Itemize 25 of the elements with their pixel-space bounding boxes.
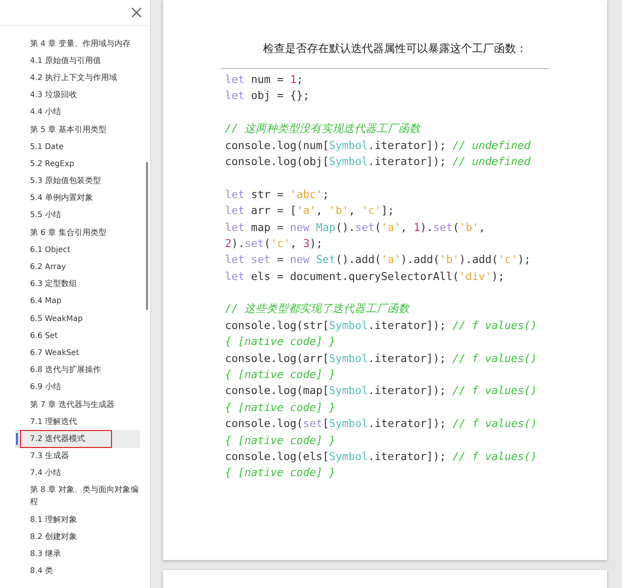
code-line: { [native code] } (225, 367, 337, 384)
code-line: let obj = {}; (225, 88, 311, 104)
code-line: 2).set('c', 3); (225, 236, 324, 252)
code-line: console.log(str[Symbol.iterator]); // f values() (225, 318, 538, 334)
code-line: console.log(map[Symbol.iterator]); // f values() (225, 383, 538, 400)
code-line: let set = new Set().add('a').add('b').add('c'); (225, 252, 532, 268)
code-line: { [native code] } (225, 400, 337, 416)
code-line: { [native code] } (225, 334, 337, 350)
scrollbar[interactable] (146, 162, 148, 310)
code-line: let str = 'abc'; (225, 186, 330, 203)
code-line: let num = 1; (225, 72, 304, 88)
heading: 检查是否存在默认迭代器属性可以暴露这个工厂函数： (262, 41, 527, 56)
code-line: console.log(num[Symbol.iterator]); // undefined (225, 138, 532, 154)
close-icon[interactable] (131, 7, 142, 18)
code-line: console.log(arr[Symbol.iterator]); // f values() (225, 350, 538, 367)
code-line: let arr = ['a', 'b', 'c']; (225, 203, 396, 220)
code-line: console.log(set[Symbol.iterator]); // f values() (225, 416, 538, 432)
code-line: { [native code] } (225, 465, 337, 482)
code-line: console.log(obj[Symbol.iterator]); // undefined (225, 154, 532, 170)
code-line: { [native code] } (225, 432, 337, 449)
code-line: // 这些类型都实现了迭代器工厂函数 (225, 301, 412, 318)
code-line: // 这两种类型没有实现迭代器工厂函数 (225, 121, 422, 138)
code-line: let els = document.querySelectorAll('div'); (225, 268, 506, 285)
code-line: let map = new Map().set('a', 1).set('b', (225, 220, 486, 236)
code-line: console.log(els[Symbol.iterator]); // f values() (225, 448, 538, 465)
